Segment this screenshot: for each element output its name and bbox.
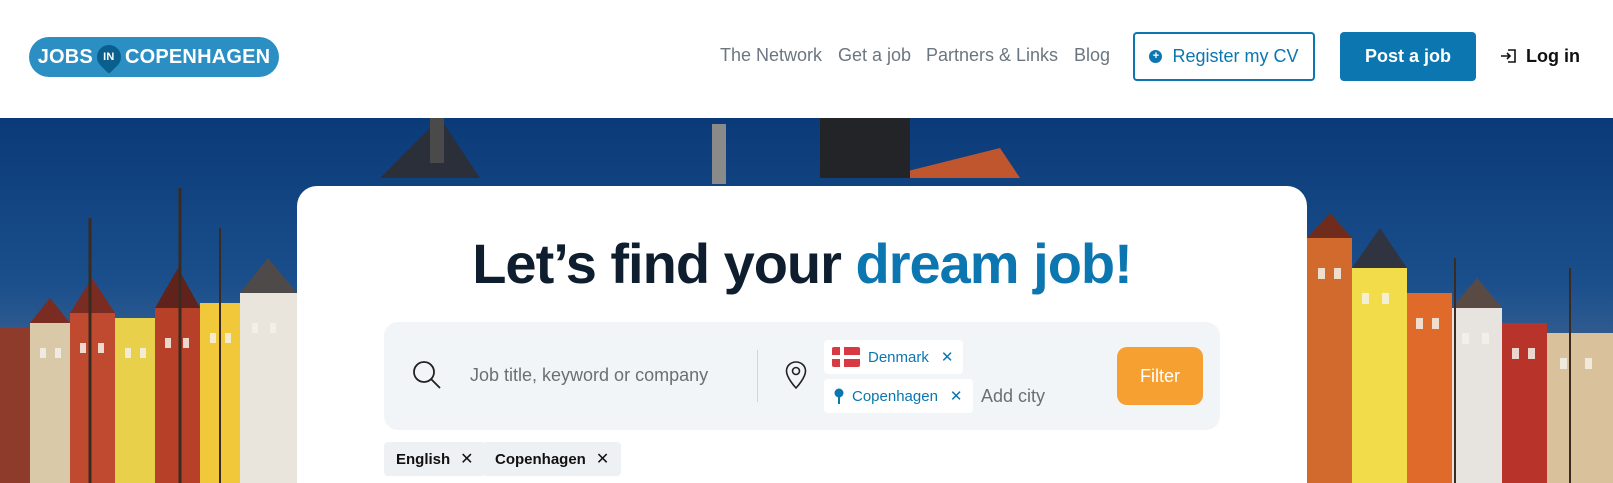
headline-main: Let’s find your — [472, 232, 856, 295]
search-bar: Denmark ✕ Copenhagen ✕ Filter — [384, 322, 1220, 430]
filter-label: Filter — [1140, 365, 1180, 386]
site-header: JOBS IN COPENHAGEN The Network Get a job… — [0, 0, 1613, 118]
logo-pin-icon: IN — [91, 40, 126, 74]
nav-link-partners-links[interactable]: Partners & Links — [926, 45, 1058, 66]
keyword-search-input[interactable] — [470, 360, 730, 390]
site-logo[interactable]: JOBS IN COPENHAGEN — [29, 37, 279, 77]
remove-tag-icon[interactable]: ✕ — [460, 449, 473, 469]
denmark-flag-icon — [832, 347, 860, 367]
remove-city-icon[interactable]: ✕ — [950, 387, 963, 405]
remove-country-icon[interactable]: ✕ — [941, 348, 954, 366]
login-link[interactable]: Log in — [1500, 42, 1580, 70]
location-pin-icon — [785, 361, 807, 390]
country-chip-label: Denmark — [868, 348, 929, 366]
city-chip: Copenhagen ✕ — [824, 379, 973, 413]
page-headline: Let’s find your dream job! — [297, 231, 1307, 296]
logo-text-city: COPENHAGEN — [124, 45, 271, 68]
post-job-button[interactable]: Post a job — [1340, 32, 1476, 81]
logo-text-jobs: JOBS — [37, 45, 93, 68]
plus-circle-icon: + — [1149, 50, 1163, 63]
remove-tag-icon[interactable]: ✕ — [596, 449, 609, 469]
login-label: Log in — [1526, 45, 1580, 66]
tag-label: Copenhagen — [495, 450, 586, 468]
search-divider — [757, 350, 758, 402]
tag-label: English — [396, 450, 451, 468]
filter-button[interactable]: Filter — [1117, 347, 1203, 405]
active-filter-tag-city: Copenhagen ✕ — [483, 442, 622, 476]
search-card: Let’s find your dream job! Denmark ✕ — [297, 186, 1307, 483]
active-filter-tag-language: English ✕ — [384, 442, 486, 476]
headline-accent: dream job! — [855, 232, 1133, 295]
map-pin-icon — [834, 388, 844, 404]
country-chip: Denmark ✕ — [824, 340, 964, 374]
login-arrow-icon — [1501, 49, 1516, 63]
register-cv-label: Register my CV — [1172, 46, 1299, 66]
nav-link-blog[interactable]: Blog — [1074, 45, 1110, 66]
post-job-label: Post a job — [1364, 46, 1451, 66]
nav-link-get-a-job[interactable]: Get a job — [838, 45, 911, 66]
city-chip-label: Copenhagen — [852, 387, 938, 405]
register-cv-button[interactable]: + Register my CV — [1133, 32, 1315, 81]
add-city-input[interactable] — [981, 382, 1101, 410]
search-icon — [413, 361, 441, 389]
logo-text-in: IN — [103, 51, 115, 63]
nav-link-the-network[interactable]: The Network — [720, 45, 822, 66]
